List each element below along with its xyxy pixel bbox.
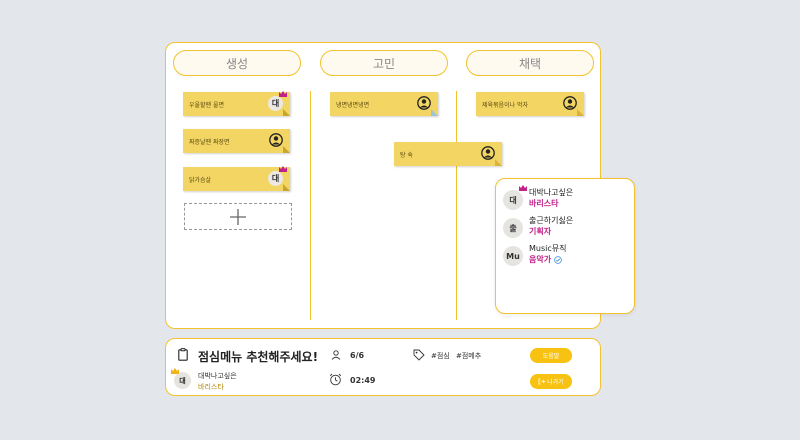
- user-avatar-icon: [563, 96, 577, 110]
- meeting-title: 점심메뉴 추천해주세요!: [198, 350, 319, 364]
- note-text: 탕 슉: [400, 151, 413, 159]
- member-role: 기획자: [529, 226, 573, 238]
- exit-icon: [538, 378, 546, 385]
- member-avatar: 출: [503, 218, 523, 238]
- host-avatar: 대: [171, 368, 191, 389]
- avatar-label: 출: [509, 223, 517, 233]
- idea-note[interactable]: 짜증날땐 짜장면: [183, 129, 290, 153]
- help-button[interactable]: 도움말: [530, 348, 572, 363]
- idea-note[interactable]: 탕 슉: [394, 142, 502, 166]
- idea-note[interactable]: 우울할땐 울면 대: [183, 91, 290, 116]
- member-role-text: 기획자: [529, 227, 552, 236]
- member-item[interactable]: Mu Music뮤직 음악가: [503, 243, 566, 266]
- idea-note[interactable]: 닭가슴살 대: [183, 166, 290, 191]
- timer-display: 02:49: [350, 376, 376, 385]
- author-avatar: 대: [268, 166, 287, 186]
- host-role: 바리스타: [198, 383, 224, 391]
- person-icon: [331, 350, 341, 360]
- exit-label: 나가기: [547, 379, 564, 386]
- note-fold: [431, 109, 438, 116]
- user-avatar-icon: [481, 146, 495, 160]
- tag-item: #점메추: [456, 352, 482, 360]
- avatar-label: 대: [271, 99, 280, 108]
- note-text: 닭가슴살: [189, 176, 212, 184]
- note-text: 짜증날땐 짜장면: [189, 138, 230, 146]
- note-fold: [283, 109, 290, 116]
- note-fold: [283, 184, 290, 191]
- note-fold: [283, 146, 290, 153]
- member-role-text: 바리스타: [529, 199, 559, 208]
- add-note-button[interactable]: [184, 203, 292, 230]
- note-text: 제육볶음이나 먹자: [482, 101, 529, 109]
- idea-note[interactable]: 냉면냉면냉면: [330, 92, 438, 116]
- note-text: 냉면냉면냉면: [336, 101, 370, 109]
- member-item[interactable]: 대 대박나고싶은 바리스타: [503, 185, 574, 210]
- tag-item: #점심: [431, 352, 450, 360]
- member-avatar: 대: [503, 185, 527, 210]
- member-role: 음악가: [529, 254, 566, 266]
- member-name: 출근하기싫은: [529, 216, 574, 225]
- alarm-clock-icon: [329, 373, 342, 386]
- crown-icon: [519, 185, 527, 191]
- plus-icon: [230, 208, 246, 225]
- column-title: 고민: [372, 56, 396, 71]
- member-item[interactable]: 출 출근하기싫은 기획자: [503, 215, 573, 238]
- user-avatar-icon: [269, 133, 283, 147]
- column-header-worry[interactable]: 고민: [320, 50, 448, 76]
- note-fold: [577, 109, 584, 116]
- idea-note[interactable]: 제육볶음이나 먹자: [476, 92, 584, 116]
- note-fold: [495, 159, 502, 166]
- column-header-adopt[interactable]: 채택: [466, 50, 594, 76]
- member-name: Music뮤직: [529, 244, 567, 253]
- column-divider: [310, 91, 311, 320]
- host-name: 대박나고싶은: [198, 372, 237, 380]
- meeting-info-bar: 점심메뉴 추천해주세요! 6/6 #점심 #점메추 도움말 대 대박나고싶은 바…: [165, 338, 601, 396]
- column-divider: [456, 91, 457, 320]
- column-title: 채택: [518, 56, 542, 71]
- column-title: 생성: [225, 56, 249, 71]
- crown-icon: [171, 368, 179, 374]
- avatar-label: Mu: [506, 251, 520, 261]
- member-role-text: 음악가: [529, 255, 552, 264]
- members-popup: 대 대박나고싶은 바리스타 출 출근하기싫은 기획자 Mu Music뮤직 음악…: [495, 178, 635, 314]
- tag-icon: [413, 349, 425, 361]
- author-avatar: 대: [268, 91, 287, 111]
- exit-button[interactable]: 나가기: [530, 374, 572, 389]
- help-label: 도움말: [542, 353, 560, 360]
- avatar-label: 대: [179, 376, 186, 385]
- member-role: 바리스타: [529, 198, 573, 210]
- avatar-label: 대: [509, 195, 517, 205]
- participant-count: 6/6: [350, 351, 365, 360]
- user-avatar-icon: [417, 96, 431, 110]
- avatar-label: 대: [271, 174, 280, 183]
- clipboard-icon: [178, 348, 188, 361]
- crown-icon: [279, 91, 287, 97]
- note-text: 우울할땐 울면: [189, 101, 225, 109]
- check-circle-icon: [554, 256, 562, 264]
- member-name: 대박나고싶은: [529, 188, 574, 197]
- column-header-create[interactable]: 생성: [173, 50, 301, 76]
- crown-icon: [279, 166, 287, 172]
- member-avatar: Mu: [503, 246, 523, 266]
